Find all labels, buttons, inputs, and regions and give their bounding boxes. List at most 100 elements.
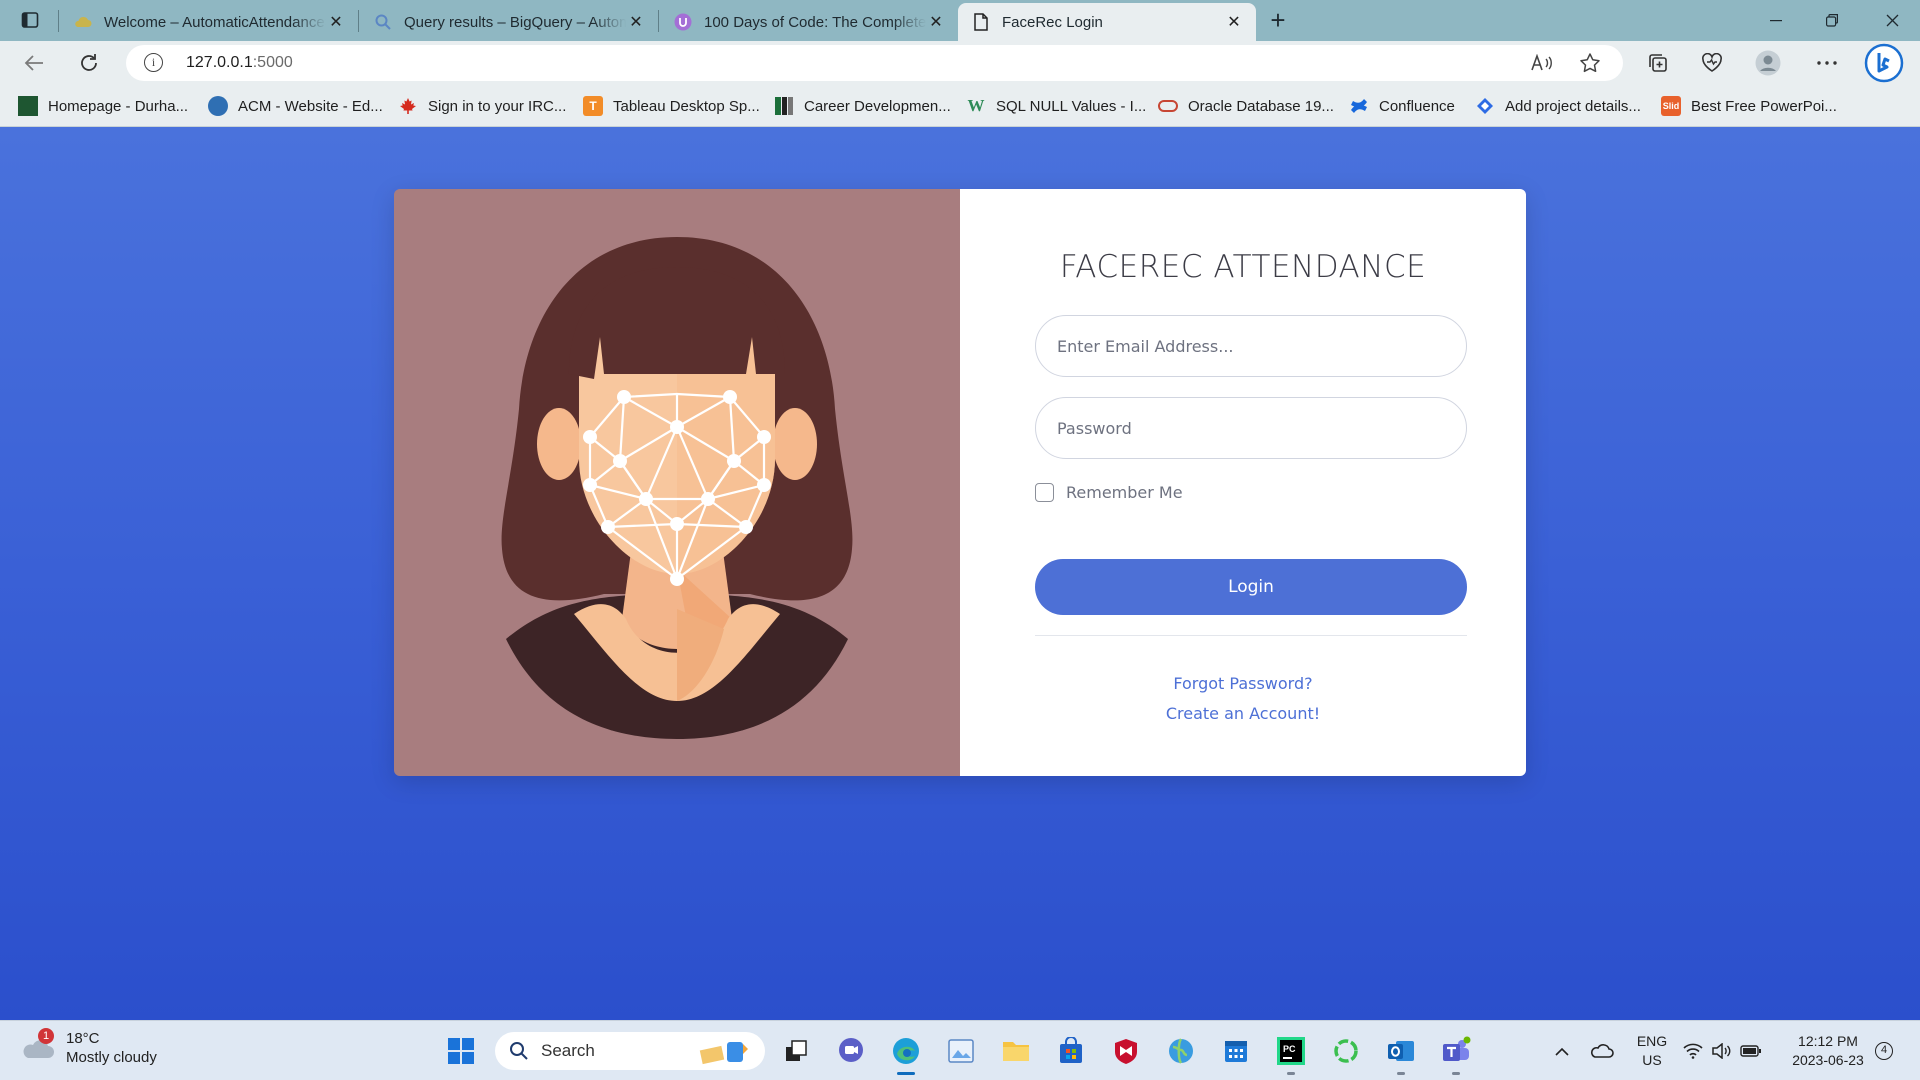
globe-app-icon[interactable] <box>1163 1033 1199 1069</box>
remember-me-checkbox[interactable] <box>1035 483 1054 502</box>
tab-title: 100 Days of Code: The Complete Python Pr… <box>704 13 926 31</box>
weather-widget[interactable]: 1 18°C Mostly cloudy <box>20 1028 157 1067</box>
outlook-icon[interactable] <box>1383 1033 1419 1075</box>
tableau-t-icon: T <box>583 96 603 116</box>
minimize-button[interactable] <box>1748 0 1804 41</box>
bookmark-sql-null[interactable]: W SQL NULL Values - I... <box>966 95 1147 117</box>
bing-copilot-icon[interactable] <box>1864 43 1904 83</box>
windows-taskbar: 1 18°C Mostly cloudy Search PC ENG US 12… <box>0 1020 1920 1080</box>
tab-separator <box>658 10 659 32</box>
volume-icon[interactable] <box>1708 1033 1734 1069</box>
language-indicator[interactable]: ENG US <box>1630 1032 1674 1070</box>
remember-me-option[interactable]: Remember Me <box>1035 483 1183 502</box>
tab-welcome[interactable]: Welcome – AutomaticAttendanceSystem ✕ <box>60 3 358 41</box>
bookmark-confluence[interactable]: Confluence <box>1349 95 1455 117</box>
bookmark-add-project[interactable]: Add project details... <box>1475 95 1641 117</box>
bookmark-homepage[interactable]: Homepage - Durha... <box>18 95 188 117</box>
photos-viewer-icon[interactable] <box>943 1033 979 1069</box>
show-hidden-icons-chevron[interactable] <box>1544 1033 1580 1069</box>
browser-essentials-icon[interactable] <box>1696 47 1728 79</box>
cloud-sun-icon: 1 <box>20 1028 56 1066</box>
new-tab-button[interactable]: + <box>1262 4 1294 36</box>
more-options-icon[interactable] <box>1811 47 1843 79</box>
tab-separator <box>358 10 359 32</box>
page-icon <box>972 13 990 31</box>
email-field[interactable] <box>1035 315 1467 377</box>
refresh-button[interactable] <box>73 47 105 79</box>
bookmark-tableau[interactable]: T Tableau Desktop Sp... <box>583 95 760 117</box>
bookmark-label: Career Developmen... <box>804 97 951 115</box>
plus-icon: + <box>1270 4 1286 35</box>
url-text[interactable]: 127.0.0.1:5000 <box>186 54 293 72</box>
confluence-icon <box>1349 96 1369 116</box>
bookmark-label: Tableau Desktop Sp... <box>613 97 760 115</box>
login-button[interactable]: Login <box>1035 559 1467 615</box>
form-divider <box>1035 635 1467 636</box>
tab-strip: Welcome – AutomaticAttendanceSystem ✕ Qu… <box>0 0 1920 41</box>
collections-icon[interactable] <box>1642 47 1674 79</box>
file-explorer-icon[interactable] <box>998 1033 1034 1069</box>
teams-icon[interactable] <box>1438 1033 1474 1075</box>
favorites-bar: Homepage - Durha... ACM - Website - Ed..… <box>0 86 1920 127</box>
close-icon[interactable]: ✕ <box>1224 12 1244 32</box>
sync-app-icon[interactable] <box>1328 1033 1364 1069</box>
tab-facerec-login[interactable]: FaceRec Login ✕ <box>958 3 1256 41</box>
running-app-indicator <box>1452 1072 1460 1075</box>
search-icon <box>510 1042 528 1060</box>
create-account-link[interactable]: Create an Account! <box>960 704 1526 723</box>
bookmark-icon <box>18 96 38 116</box>
pycharm-icon[interactable]: PC <box>1273 1033 1309 1075</box>
bookmark-label: Confluence <box>1379 97 1455 115</box>
microsoft-store-icon[interactable] <box>1053 1033 1089 1069</box>
clock-time: 12:12 PM <box>1798 1033 1858 1049</box>
close-icon[interactable]: ✕ <box>326 12 346 32</box>
read-aloud-icon[interactable] <box>1530 51 1554 75</box>
weather-temperature: 18°C <box>66 1030 100 1047</box>
weather-description: Mostly cloudy <box>66 1049 157 1066</box>
restore-button[interactable] <box>1804 0 1860 41</box>
tab-udemy[interactable]: 100 Days of Code: The Complete Python Pr… <box>660 3 958 41</box>
password-field[interactable] <box>1035 397 1467 459</box>
bookmark-label: Sign in to your IRC... <box>428 97 567 115</box>
profile-avatar-icon[interactable] <box>1752 47 1784 79</box>
bookmark-acm[interactable]: ACM - Website - Ed... <box>208 95 383 117</box>
bookmark-powerpoint[interactable]: Slid Best Free PowerPoi... <box>1661 95 1837 117</box>
tab-actions-icon[interactable] <box>14 4 46 36</box>
wifi-icon[interactable] <box>1680 1033 1706 1069</box>
bookmark-label: Add project details... <box>1505 97 1641 115</box>
close-icon[interactable]: ✕ <box>926 12 946 32</box>
weather-alert-badge: 1 <box>38 1028 54 1044</box>
teams-chat-icon[interactable] <box>833 1033 869 1069</box>
mcafee-icon[interactable] <box>1108 1033 1144 1069</box>
start-button[interactable] <box>443 1033 479 1069</box>
taskbar-search[interactable]: Search <box>495 1032 765 1070</box>
bookmark-ircc[interactable]: Sign in to your IRC... <box>398 95 566 117</box>
close-window-button[interactable] <box>1864 0 1920 41</box>
back-button[interactable] <box>18 47 50 79</box>
battery-icon[interactable] <box>1738 1033 1764 1069</box>
bookmark-career[interactable]: Career Developmen... <box>774 95 951 117</box>
task-view-button[interactable] <box>778 1033 814 1069</box>
bookmark-oracle[interactable]: Oracle Database 19... <box>1158 95 1334 117</box>
onedrive-cloud-icon[interactable] <box>1584 1033 1620 1069</box>
keyboard-region: US <box>1642 1052 1662 1068</box>
svg-text:PC: PC <box>1283 1044 1296 1054</box>
notification-count-badge[interactable]: 4 <box>1875 1042 1893 1060</box>
close-icon[interactable]: ✕ <box>626 12 646 32</box>
address-bar[interactable]: i 127.0.0.1:5000 <box>126 45 1623 81</box>
bookmark-label: ACM - Website - Ed... <box>238 97 383 115</box>
active-app-indicator <box>897 1072 915 1075</box>
calendar-app-icon[interactable] <box>1218 1033 1254 1069</box>
site-info-icon[interactable]: i <box>144 53 163 72</box>
edge-browser-icon[interactable] <box>888 1033 924 1075</box>
tab-bigquery[interactable]: Query results – BigQuery – AutomaticAtte… <box>360 3 658 41</box>
w3schools-icon: W <box>967 96 985 115</box>
language-code: ENG <box>1636 1033 1668 1049</box>
forgot-password-link[interactable]: Forgot Password? <box>960 674 1526 693</box>
login-form-panel: FACEREC ATTENDANCE Remember Me Login For… <box>960 189 1526 776</box>
clock[interactable]: 12:12 PM 2023-06-23 <box>1776 1032 1880 1070</box>
tab-title: Query results – BigQuery – AutomaticAtte… <box>404 13 626 31</box>
favorite-star-icon[interactable] <box>1578 51 1602 75</box>
bookmark-label: Best Free PowerPoi... <box>1691 97 1837 115</box>
search-icon <box>374 13 392 31</box>
